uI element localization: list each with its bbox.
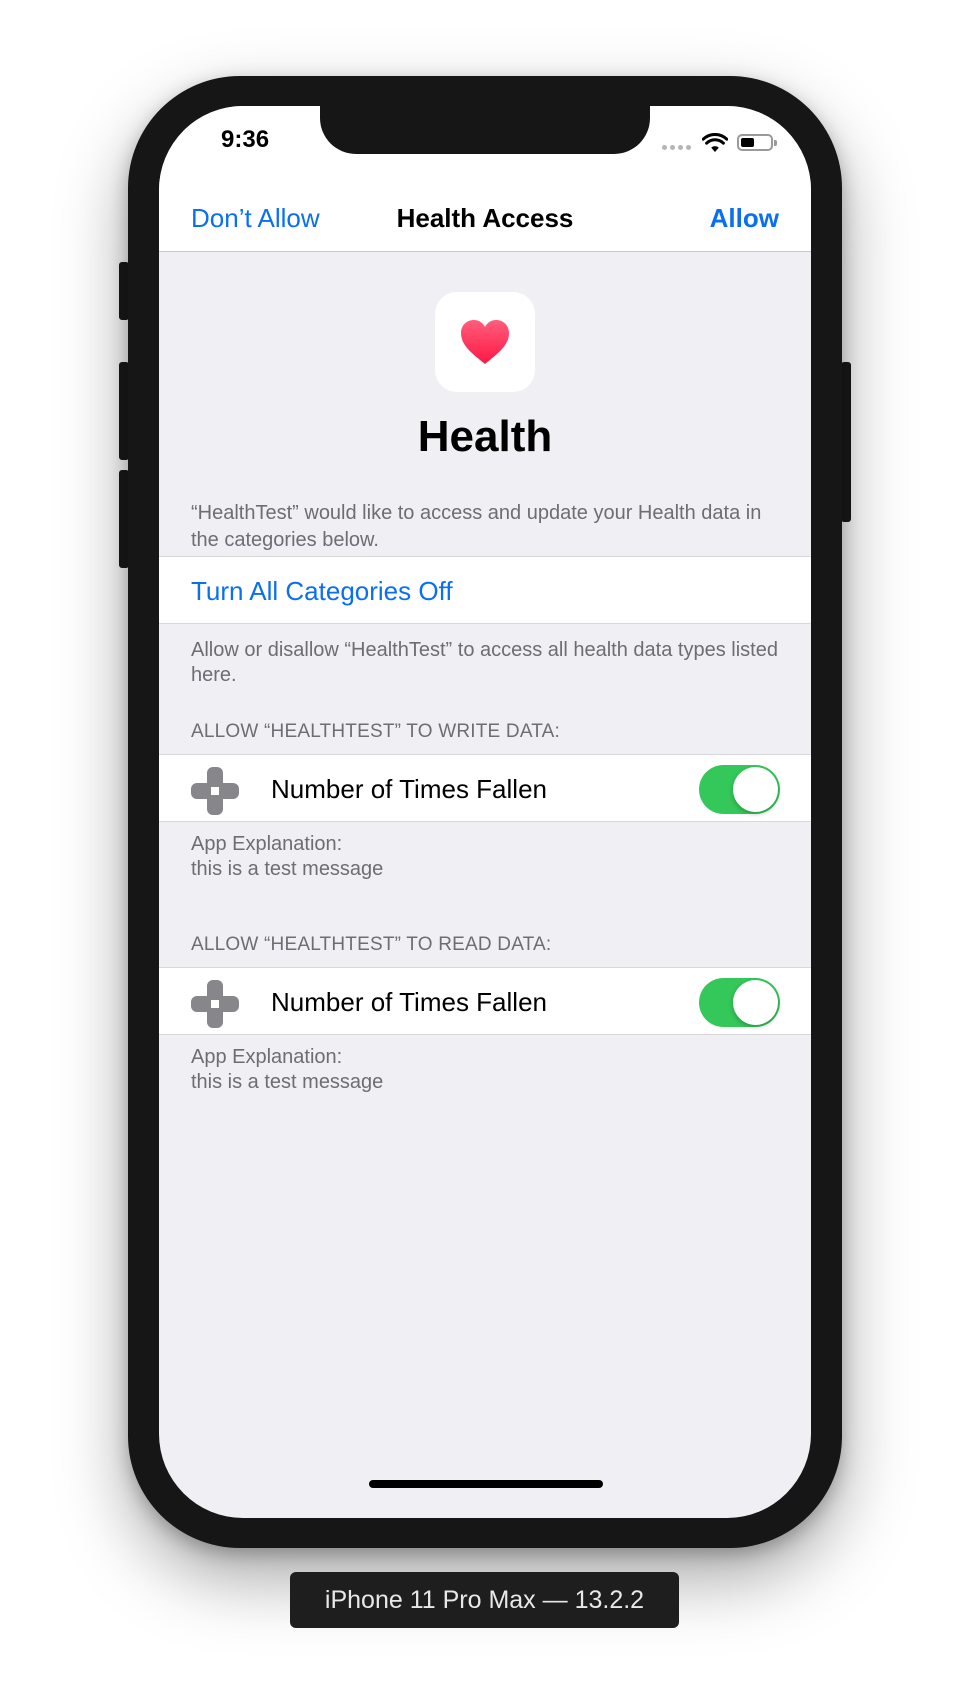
health-app-icon [435, 292, 535, 392]
write-section-header: ALLOW “HEALTHTEST” TO WRITE DATA: [191, 721, 561, 742]
heart-icon [461, 320, 509, 364]
battery-icon [737, 134, 777, 151]
turn-off-footer: Allow or disallow “HealthTest” to access… [191, 639, 778, 686]
write-explanation-title: App Explanation: [191, 833, 343, 855]
app-name: Health [417, 412, 553, 461]
write-explanation-text: this is a test message [191, 858, 384, 880]
turn-all-categories-off-cell[interactable]: Turn All Categories Off [159, 556, 811, 624]
cellular-signal-icon [662, 145, 691, 150]
read-explanation: App Explanation: this is a test message [191, 1045, 781, 1095]
write-item-row: Number of Times Fallen [159, 754, 811, 822]
write-item-toggle[interactable] [699, 765, 780, 814]
screen: 9:36 Don’t Allow Health Access Allow Hea… [159, 106, 811, 1518]
power-button [841, 362, 851, 522]
status-time: 9:36 [221, 126, 270, 153]
read-item-label: Number of Times Fallen [271, 987, 547, 1017]
toggle-knob [733, 767, 778, 812]
navigation-bar: Don’t Allow Health Access Allow [159, 186, 811, 252]
notch [320, 106, 650, 154]
dont-allow-button[interactable]: Don’t Allow [191, 203, 320, 234]
wifi-icon [702, 133, 728, 152]
write-explanation: App Explanation: this is a test message [191, 832, 781, 882]
write-item-label: Number of Times Fallen [271, 774, 547, 804]
health-cross-icon [191, 767, 239, 815]
toggle-knob [733, 980, 778, 1025]
device-label: iPhone 11 Pro Max — 13.2.2 [290, 1572, 679, 1628]
intro-text: “HealthTest” would like to access and up… [191, 502, 762, 551]
home-indicator[interactable] [369, 1480, 603, 1488]
read-item-toggle[interactable] [699, 978, 780, 1027]
read-explanation-title: App Explanation: [191, 1046, 343, 1068]
allow-button[interactable]: Allow [710, 203, 779, 234]
health-cross-icon [191, 980, 239, 1028]
read-section-header: ALLOW “HEALTHTEST” TO READ DATA: [191, 934, 552, 955]
turn-all-categories-off-button[interactable]: Turn All Categories Off [191, 576, 453, 607]
read-item-row: Number of Times Fallen [159, 967, 811, 1035]
read-explanation-text: this is a test message [191, 1071, 384, 1093]
